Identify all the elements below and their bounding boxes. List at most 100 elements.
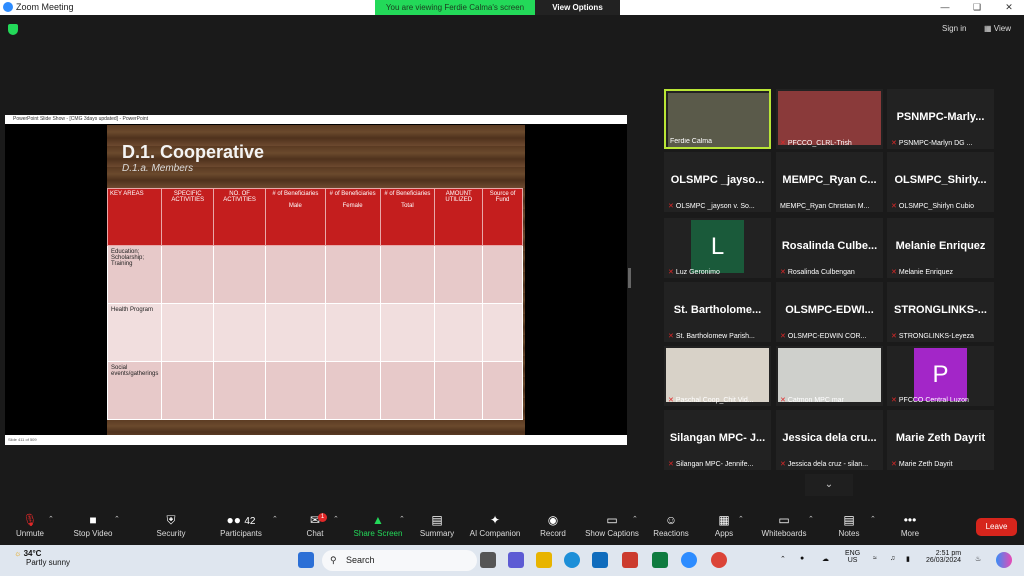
close-button[interactable]: ✕ xyxy=(994,0,1024,15)
wps-icon[interactable] xyxy=(622,552,638,568)
apps-button[interactable]: ▦ Apps xyxy=(710,509,738,545)
chevron-up-icon[interactable]: ⌃ xyxy=(780,555,786,563)
mic-muted-icon: ✕ xyxy=(780,269,786,276)
security-button[interactable]: ⛨ Security xyxy=(150,509,192,545)
participant-label: Ferdie Calma xyxy=(670,138,769,145)
chevron-down-icon[interactable]: ⌄ xyxy=(805,474,853,496)
teams-icon[interactable] xyxy=(508,552,524,568)
meeting-toolbar: 🎙 Unmute ⌃ ■ Stop Video ⌃ ⛨ Security ●● 42 P… xyxy=(0,509,1024,545)
stop-video-button[interactable]: ■ Stop Video xyxy=(70,509,116,545)
notification-bell-icon[interactable]: ♨ xyxy=(975,555,981,563)
participant-tile[interactable]: ✕ Catmon MPC mar xyxy=(776,346,883,406)
participant-label-text: St. Bartholomew Parish... xyxy=(675,333,755,340)
caret-up-icon[interactable]: ⌃ xyxy=(272,515,278,523)
participant-tile[interactable]: Jessica dela cru... ✕ Jessica dela cruz - … xyxy=(776,410,883,470)
participant-label-text: Silangan MPC- Jennife... xyxy=(675,461,754,468)
caret-up-icon[interactable]: ⌃ xyxy=(48,515,54,523)
participant-label-text: OLSMPC _jayson v. So... xyxy=(675,203,755,210)
participant-tile[interactable]: Ferdie Calma xyxy=(664,89,771,149)
ai-companion-button[interactable]: ✦ AI Companion xyxy=(466,509,524,545)
shield-icon[interactable] xyxy=(8,24,18,35)
window-title: Zoom Meeting xyxy=(16,2,74,12)
view-label: View xyxy=(993,24,1011,33)
file-explorer-icon[interactable] xyxy=(536,552,552,568)
caret-up-icon[interactable]: ⌃ xyxy=(399,515,405,523)
maximize-button[interactable]: ❑ xyxy=(962,0,992,15)
participant-label: MEMPC_Ryan Christian M... xyxy=(780,203,880,210)
more-button[interactable]: ••• More xyxy=(895,509,925,545)
caret-up-icon[interactable]: ⌃ xyxy=(870,515,876,523)
participant-tile[interactable]: ✕ Paschal Coop_Chit Vid... xyxy=(664,346,771,406)
participant-label: ✕ Rosalinda Culbengan xyxy=(780,268,880,276)
participant-tile[interactable]: OLSMPC _jayso... ✕ OLSMPC _jayson v. So... xyxy=(664,152,771,212)
participant-tile[interactable]: Melanie Enriquez ✕ Melanie Enriquez xyxy=(887,218,994,278)
record-button[interactable]: ◉ Record xyxy=(536,509,570,545)
participant-name: STRONGLINKS-... xyxy=(894,304,987,316)
task-view-icon[interactable] xyxy=(480,552,496,568)
caret-up-icon[interactable]: ⌃ xyxy=(808,515,814,523)
video-feed xyxy=(666,348,769,402)
caret-up-icon[interactable]: ⌃ xyxy=(114,515,120,523)
resize-handle[interactable] xyxy=(628,268,631,288)
view-button[interactable]: ▦ View xyxy=(984,24,1011,33)
reactions-button[interactable]: ☺ Reactions xyxy=(650,509,692,545)
participant-tile[interactable]: L ✕ Luz Geronimo xyxy=(664,218,771,278)
participant-tile[interactable]: OLSMPC-EDWI... ✕ OLSMPC-EDWIN COR... xyxy=(776,282,883,342)
avatar: P xyxy=(914,348,967,401)
caret-up-icon[interactable]: ⌃ xyxy=(632,515,638,523)
notes-icon: ▤ xyxy=(843,513,855,527)
start-icon[interactable] xyxy=(298,552,314,568)
table-header: # of Beneficiaries Female xyxy=(324,188,381,246)
mic-muted-icon: ✕ xyxy=(891,333,897,340)
summary-button[interactable]: ▤ Summary xyxy=(417,509,457,545)
participant-tile[interactable]: MEMPC_Ryan C... MEMPC_Ryan Christian M... xyxy=(776,152,883,212)
mic-muted-icon: ✕ xyxy=(780,461,786,468)
participant-tile[interactable]: PSNMPC-Marly... ✕ PSNMPC-Marlyn DG ... xyxy=(887,89,994,149)
video-feed xyxy=(778,91,881,145)
participant-tile[interactable]: St. Bartholome... ✕ St. Bartholomew Parish… xyxy=(664,282,771,342)
minimize-button[interactable]: — xyxy=(930,0,960,15)
whiteboards-button[interactable]: ▭ Whiteboards xyxy=(758,509,810,545)
network-icon[interactable]: ● xyxy=(800,555,804,562)
participant-tile[interactable]: STRONGLINKS-... ✕ STRONGLINKS-Leyeza xyxy=(887,282,994,342)
slide-table: KEY AREAS SPECIFIC ACTIVITIES NO. OF ACT… xyxy=(106,188,523,420)
copilot-icon[interactable] xyxy=(996,552,1012,568)
avatar: L xyxy=(691,220,744,273)
participant-label-text: Paschal Coop_Chit Vid... xyxy=(675,397,754,404)
chrome-icon[interactable] xyxy=(711,552,727,568)
participant-tile[interactable]: OLSMPC_Shirly... ✕ OLSMPC_Shirlyn Cubio xyxy=(887,152,994,212)
clock[interactable]: 2:51 pm 26/03/2024 xyxy=(926,550,961,564)
caret-up-icon[interactable]: ⌃ xyxy=(738,515,744,523)
battery-icon[interactable]: ▮ xyxy=(906,555,910,563)
participant-tile[interactable]: Rosalinda Culbe... ✕ Rosalinda Culbengan xyxy=(776,218,883,278)
outlook-icon[interactable] xyxy=(592,552,608,568)
search-icon: ⚲ xyxy=(330,555,337,565)
participant-label-text: OLSMPC-EDWIN COR... xyxy=(787,333,867,340)
participant-tile[interactable]: Marie Zeth Dayrit ✕ Marie Zeth Dayrit xyxy=(887,410,994,470)
onedrive-icon[interactable]: ☁ xyxy=(822,555,829,563)
volume-icon[interactable]: ♫ xyxy=(890,555,895,562)
participant-tile[interactable]: ✕ PFCCO_CLRL-Trish xyxy=(776,89,883,149)
caret-up-icon[interactable]: ⌃ xyxy=(333,515,339,523)
unmute-button[interactable]: 🎙 Unmute xyxy=(10,509,50,545)
search-box[interactable]: ⚲ Search xyxy=(322,550,477,571)
participant-label: ✕ OLSMPC _jayson v. So... xyxy=(668,202,768,210)
participant-label: ✕ PSNMPC-Marlyn DG ... xyxy=(891,139,991,147)
language-indicator[interactable]: ENG US xyxy=(845,550,860,564)
notes-button[interactable]: ▤ Notes xyxy=(834,509,864,545)
view-options-button[interactable]: View Options xyxy=(535,0,620,15)
publisher-icon[interactable] xyxy=(652,552,668,568)
zoom-app-icon xyxy=(3,2,13,12)
mic-muted-icon: ✕ xyxy=(891,397,897,404)
participant-tile[interactable]: P ✕ PFCCO Central Luzon xyxy=(887,346,994,406)
participants-button[interactable]: ●● 42 Participants xyxy=(215,509,267,545)
sign-in-link[interactable]: Sign in xyxy=(942,24,966,33)
zoom-icon[interactable] xyxy=(681,552,697,568)
wifi-icon[interactable]: ≈ xyxy=(873,555,877,562)
share-screen-button[interactable]: ▲ Share Screen xyxy=(352,509,404,545)
mic-muted-icon: ✕ xyxy=(668,203,674,210)
weather-widget[interactable]: ☼ 34°C Partly sunny xyxy=(14,549,70,567)
participant-tile[interactable]: Silangan MPC- J... ✕ Silangan MPC- Jennife… xyxy=(664,410,771,470)
leave-button[interactable]: Leave xyxy=(976,518,1017,536)
edge-icon[interactable] xyxy=(564,552,580,568)
